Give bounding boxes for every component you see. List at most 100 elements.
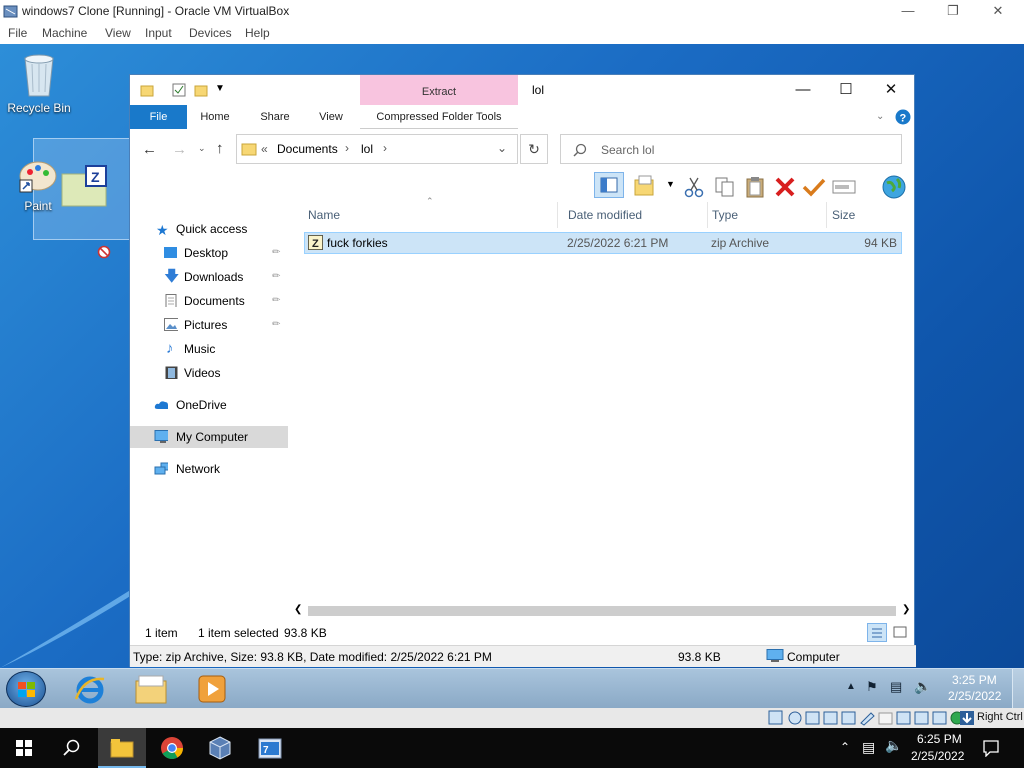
- file-name[interactable]: fuck forkies: [327, 233, 388, 253]
- horizontal-scrollbar[interactable]: ❮ ❯: [292, 603, 912, 619]
- checkmark-icon[interactable]: [802, 176, 826, 198]
- guest-clock-date[interactable]: 2/25/2022: [948, 689, 1001, 703]
- breadcrumb-lol[interactable]: lol: [361, 142, 373, 156]
- refresh-button[interactable]: ↻: [520, 134, 548, 164]
- globe-icon[interactable]: [881, 174, 907, 200]
- guest-clock-time[interactable]: 3:25 PM: [952, 673, 997, 687]
- tab-home[interactable]: Home: [190, 105, 240, 129]
- desktop-icon-recycle-bin[interactable]: Recycle Bin: [3, 52, 75, 115]
- scroll-left-icon[interactable]: ❮: [294, 604, 302, 615]
- nav-network[interactable]: Network: [130, 458, 288, 480]
- layout-folder-icon[interactable]: [634, 175, 656, 197]
- chrome-icon[interactable]: [160, 736, 184, 760]
- breadcrumb-separator-icon[interactable]: ›: [345, 141, 349, 155]
- back-button[interactable]: ←: [142, 141, 157, 158]
- nav-desktop[interactable]: Desktop ✏: [130, 242, 288, 264]
- host-menu-view[interactable]: View: [105, 26, 131, 40]
- layout-dropdown-icon[interactable]: ▼: [666, 179, 675, 189]
- breadcrumb-overflow[interactable]: «: [261, 142, 268, 156]
- forward-button[interactable]: →: [172, 141, 187, 158]
- virtualbox-taskbar-icon[interactable]: [208, 736, 232, 760]
- tab-compressed-folder-tools[interactable]: Compressed Folder Tools: [360, 105, 518, 129]
- contextual-tab-extract[interactable]: Extract: [360, 75, 518, 105]
- host-volume-icon[interactable]: 🔈: [885, 737, 902, 754]
- nav-music[interactable]: ♪ Music: [130, 338, 288, 360]
- nav-my-computer[interactable]: My Computer: [130, 426, 288, 448]
- host-menu-devices[interactable]: Devices: [189, 26, 232, 40]
- column-header-name[interactable]: Name: [308, 202, 558, 228]
- host-search-icon[interactable]: [63, 739, 81, 757]
- details-view-button[interactable]: [867, 623, 887, 642]
- virtualbox-device-icons[interactable]: [768, 710, 973, 726]
- scroll-right-icon[interactable]: ❯: [902, 604, 910, 615]
- host-clock-date[interactable]: 2/25/2022: [911, 749, 964, 763]
- nav-downloads[interactable]: 🡇 Downloads ✏: [130, 266, 288, 288]
- nav-documents[interactable]: Documents ✏: [130, 290, 288, 312]
- host-minimize-button[interactable]: —: [893, 2, 923, 20]
- host-menu-help[interactable]: Help: [245, 26, 270, 40]
- preview-pane-button[interactable]: [594, 172, 624, 198]
- delete-icon[interactable]: [774, 176, 796, 198]
- network-tray-icon[interactable]: ▤: [890, 679, 902, 695]
- pin-icon[interactable]: ✏: [272, 290, 280, 312]
- host-taskbar-file-explorer[interactable]: [98, 728, 146, 768]
- internet-explorer-icon[interactable]: [74, 673, 106, 705]
- ribbon-expand-icon[interactable]: ⌄: [876, 111, 884, 122]
- copy-icon[interactable]: [714, 176, 736, 198]
- action-center-flag-icon[interactable]: ⚑: [866, 679, 878, 695]
- up-button[interactable]: ↑: [216, 140, 224, 157]
- host-restore-button[interactable]: ❐: [938, 2, 968, 20]
- host-tray-chevron-icon[interactable]: ⌃: [840, 740, 850, 754]
- notification-center-icon[interactable]: [982, 739, 1000, 757]
- host-clock-time[interactable]: 6:25 PM: [917, 732, 962, 746]
- cut-icon[interactable]: [684, 176, 704, 198]
- file-explorer-window[interactable]: ▼ Extract lol — ☐ ✕ File Home Share View…: [129, 74, 916, 667]
- host-start-windows-icon[interactable]: [16, 740, 32, 756]
- guest-show-desktop-button[interactable]: [1012, 669, 1024, 709]
- status-selected: 1 item selected: [198, 626, 279, 640]
- tab-view[interactable]: View: [306, 105, 356, 129]
- properties-icon[interactable]: [172, 83, 186, 97]
- address-dropdown-icon[interactable]: ⌄: [497, 141, 507, 155]
- close-button[interactable]: ✕: [868, 75, 914, 105]
- pin-icon[interactable]: ✏: [272, 266, 280, 288]
- table-row[interactable]: Z fuck forkies 2/25/2022 6:21 PM zip Arc…: [304, 232, 902, 254]
- tab-share[interactable]: Share: [250, 105, 300, 129]
- new-folder-icon[interactable]: [194, 83, 208, 97]
- nav-pictures[interactable]: Pictures ✏: [130, 314, 288, 336]
- column-header-size[interactable]: Size: [832, 202, 902, 228]
- media-player-icon[interactable]: [196, 673, 228, 705]
- nav-videos[interactable]: Videos: [130, 362, 288, 384]
- nav-quick-access[interactable]: ★ Quick access: [130, 218, 288, 240]
- large-icons-view-button[interactable]: [890, 623, 910, 642]
- windows7-vm-icon[interactable]: 7: [258, 736, 282, 760]
- pin-icon[interactable]: ✏: [272, 314, 280, 336]
- host-menu-input[interactable]: Input: [145, 26, 172, 40]
- host-menu-machine[interactable]: Machine: [42, 26, 87, 40]
- host-close-button[interactable]: ✕: [983, 2, 1013, 20]
- breadcrumb-documents[interactable]: Documents: [277, 142, 338, 156]
- recycle-bin-icon: [24, 54, 54, 97]
- address-bar[interactable]: « Documents › lol › ⌄: [236, 134, 518, 164]
- tab-file[interactable]: File: [130, 105, 187, 129]
- guest-start-button[interactable]: [6, 671, 46, 707]
- host-menu-file[interactable]: File: [8, 26, 27, 40]
- help-icon[interactable]: ?: [895, 109, 911, 125]
- rename-icon[interactable]: [832, 178, 856, 196]
- host-network-icon[interactable]: ▤: [862, 739, 875, 756]
- paste-icon[interactable]: [744, 175, 766, 199]
- show-hidden-icons-icon[interactable]: ▲: [846, 681, 856, 692]
- qat-customize-icon[interactable]: ▼: [215, 83, 225, 94]
- column-header-type[interactable]: Type: [712, 202, 827, 228]
- column-header-date-modified[interactable]: Date modified: [568, 202, 708, 228]
- guest-file-explorer-icon[interactable]: [134, 673, 168, 705]
- search-box[interactable]: Search lol: [560, 134, 902, 164]
- recent-locations-icon[interactable]: ⌄: [198, 143, 206, 154]
- pin-icon[interactable]: ✏: [272, 242, 280, 264]
- maximize-button[interactable]: ☐: [823, 75, 869, 105]
- breadcrumb-separator-icon[interactable]: ›: [383, 141, 387, 155]
- volume-icon[interactable]: 🔈: [914, 678, 931, 695]
- nav-onedrive[interactable]: OneDrive: [130, 394, 288, 416]
- minimize-button[interactable]: —: [780, 75, 826, 105]
- scrollbar-thumb[interactable]: [308, 606, 896, 616]
